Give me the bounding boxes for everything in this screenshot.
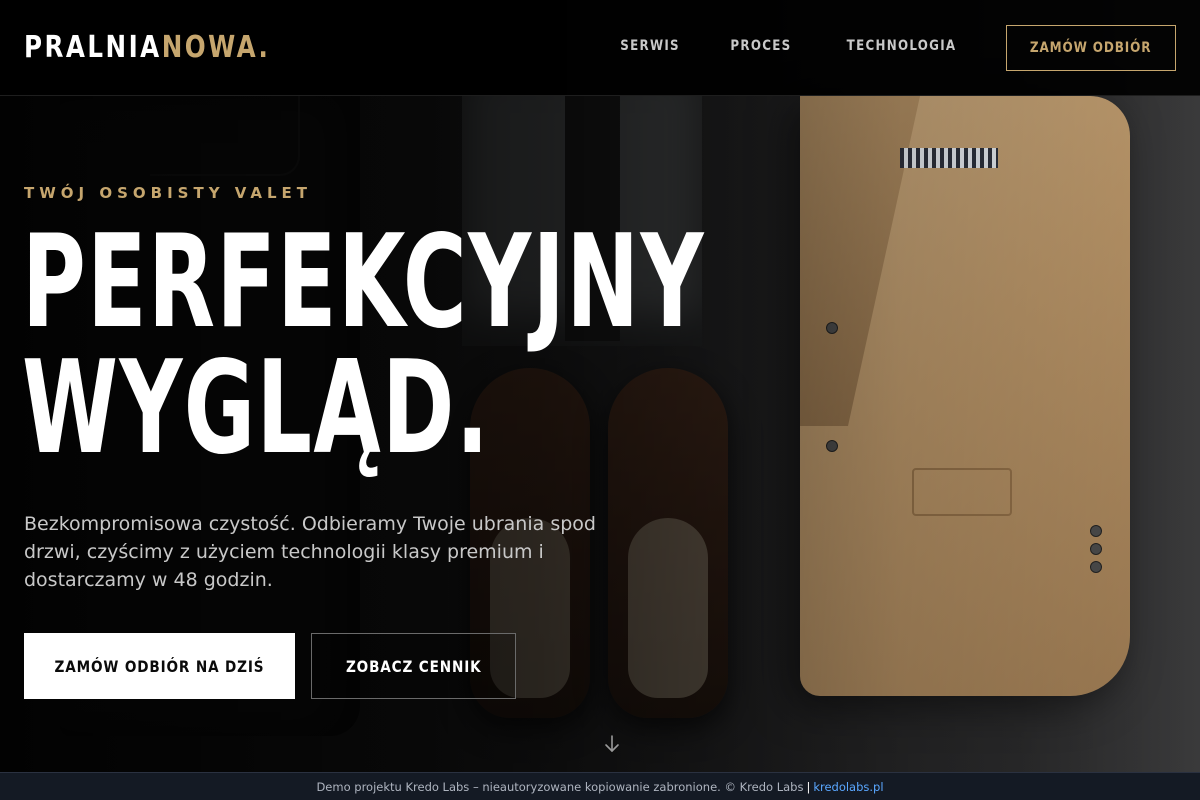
- footer-link-kredolabs[interactable]: kredolabs.pl: [813, 780, 883, 794]
- hero-lead-text: Bezkompromisowa czystość. Odbieramy Twoj…: [24, 513, 596, 591]
- site-header: PRALNIANOWA. SERWIS PROCES TECHNOLOGIA Z…: [0, 0, 1200, 96]
- demo-footer-bar: Demo projektu Kredo Labs – nieautoryzowa…: [0, 772, 1200, 800]
- order-pickup-today-label: ZAMÓW ODBIÓR NA DZIŚ: [54, 656, 265, 676]
- logo-accent-text: NOWA.: [161, 30, 271, 65]
- footer-separator: |: [806, 780, 811, 794]
- arrow-down-icon[interactable]: [600, 732, 624, 756]
- hero-headline-line-1: PERFEKCYJNY: [22, 208, 705, 357]
- nav-link-technologia[interactable]: TECHNOLOGIA: [847, 38, 957, 54]
- see-pricing-button[interactable]: ZOBACZ CENNIK: [311, 633, 516, 699]
- hero-headline-line-2: WYGLĄD.: [22, 334, 491, 483]
- logo-primary-text: PRALNIA: [24, 30, 162, 65]
- order-pickup-header-label: ZAMÓW ODBIÓR: [1030, 40, 1152, 56]
- nav-link-proces[interactable]: PROCES: [730, 38, 791, 54]
- footer-notice: Demo projektu Kredo Labs – nieautoryzowa…: [316, 780, 804, 794]
- see-pricing-label: ZOBACZ CENNIK: [345, 656, 482, 676]
- nav-link-serwis[interactable]: SERWIS: [620, 38, 680, 54]
- order-pickup-header-button[interactable]: ZAMÓW ODBIÓR: [1006, 25, 1176, 71]
- hero-headline: PERFEKCYJNY WYGLĄD.: [22, 208, 705, 483]
- order-pickup-today-button[interactable]: ZAMÓW ODBIÓR NA DZIŚ: [24, 633, 295, 699]
- site-logo[interactable]: PRALNIANOWA.: [24, 28, 270, 68]
- hero-eyebrow: TWÓJ OSOBISTY VALET: [24, 184, 313, 202]
- main-nav: SERWIS PROCES TECHNOLOGIA: [615, 38, 966, 54]
